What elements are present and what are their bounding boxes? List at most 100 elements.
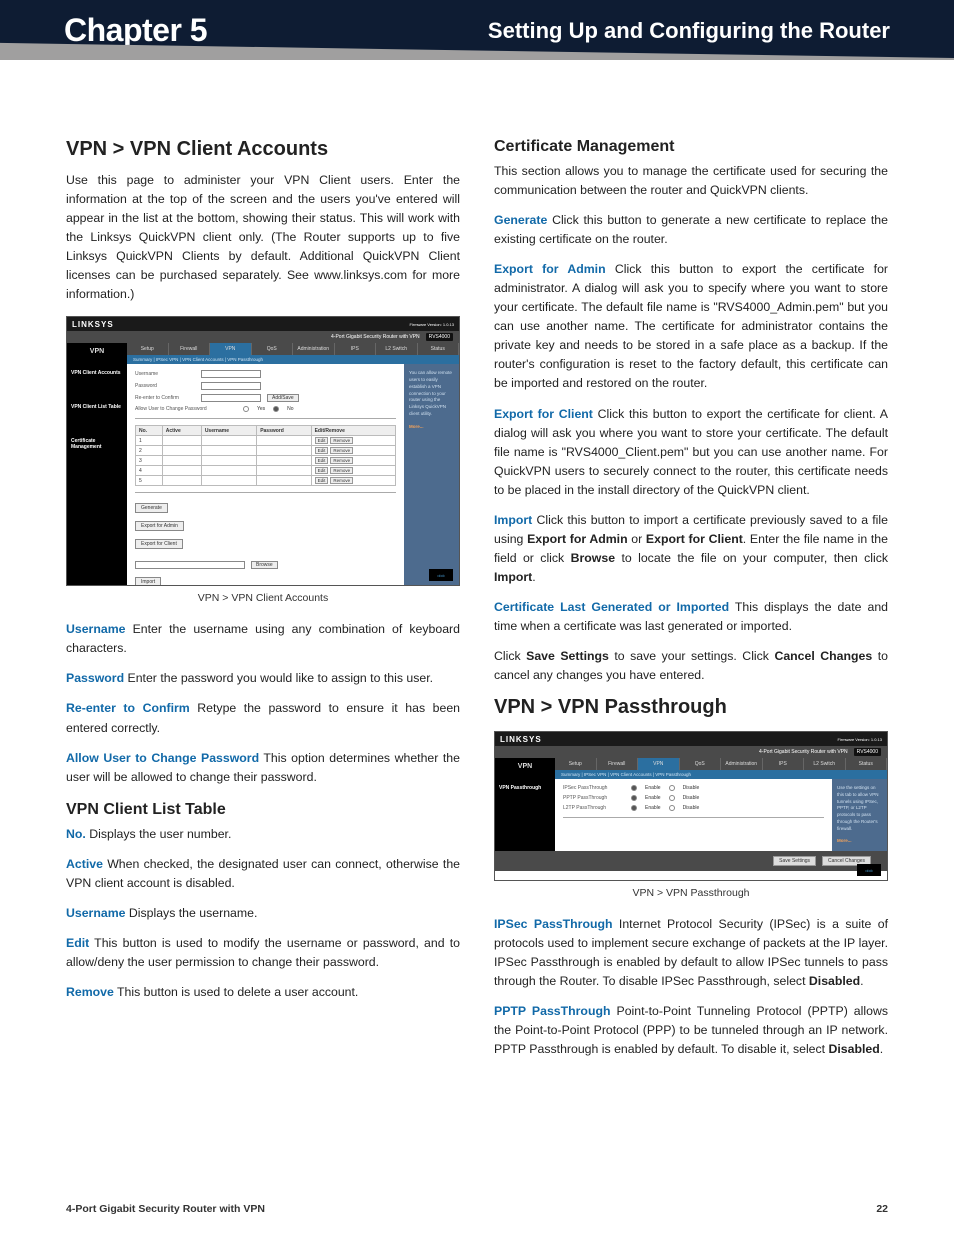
generate-button[interactable]: Generate bbox=[135, 503, 168, 513]
col-password: Password bbox=[257, 426, 311, 436]
def-paragraph: Edit This button is used to modify the u… bbox=[66, 934, 460, 972]
pptp-enable-radio[interactable] bbox=[631, 795, 637, 801]
ipsec-disable-radio[interactable] bbox=[669, 785, 675, 791]
password-input[interactable] bbox=[201, 382, 261, 390]
confirm-input[interactable] bbox=[201, 394, 261, 402]
intro-paragraph: Use this page to administer your VPN Cli… bbox=[66, 171, 460, 304]
tab-admin[interactable]: Administration bbox=[721, 758, 763, 770]
table-row: 1EditRemove bbox=[136, 436, 396, 446]
l2tp-label: L2TP PassThrough bbox=[563, 805, 623, 811]
def-paragraph: No. Displays the user number. bbox=[66, 825, 460, 844]
figure-caption: VPN > VPN Passthrough bbox=[494, 887, 888, 899]
edit-button[interactable]: Edit bbox=[315, 437, 329, 444]
col-active: Active bbox=[162, 426, 201, 436]
remove-button[interactable]: Remove bbox=[330, 447, 353, 454]
username-label: Username bbox=[135, 371, 195, 377]
tab-setup[interactable]: Setup bbox=[555, 758, 597, 770]
tab-ips[interactable]: IPS bbox=[335, 343, 377, 355]
panel-section-label: Certificate Management bbox=[71, 438, 123, 450]
def-paragraph: Export for Admin Click this button to ex… bbox=[494, 260, 888, 393]
chapter-label: Chapter 5 bbox=[64, 12, 207, 49]
help-text: Use the settings on this tab to allow VP… bbox=[837, 785, 882, 832]
table-row: 4EditRemove bbox=[136, 466, 396, 476]
save-paragraph: Click Save Settings to save your setting… bbox=[494, 647, 888, 685]
edit-button[interactable]: Edit bbox=[315, 457, 329, 464]
edit-button[interactable]: Edit bbox=[315, 447, 329, 454]
page-number: 22 bbox=[876, 1203, 888, 1215]
tab-l2switch[interactable]: L2 Switch bbox=[376, 343, 418, 355]
def-paragraph: IPSec PassThrough Internet Protocol Secu… bbox=[494, 915, 888, 991]
l2tp-disable-radio[interactable] bbox=[669, 805, 675, 811]
model-badge: RVS4000 bbox=[426, 333, 453, 341]
subsection-heading: VPN Client List Table bbox=[66, 801, 460, 819]
footer-title: 4-Port Gigabit Security Router with VPN bbox=[66, 1203, 265, 1215]
def-paragraph: Generate Click this button to generate a… bbox=[494, 211, 888, 249]
left-column: VPN > VPN Client Accounts Use this page … bbox=[66, 132, 460, 1181]
tab-side-label: VPN bbox=[67, 343, 127, 364]
disable-label: Disable bbox=[683, 785, 700, 791]
disable-label: Disable bbox=[683, 805, 700, 811]
yes-label: Yes bbox=[257, 406, 265, 412]
l2tp-enable-radio[interactable] bbox=[631, 805, 637, 811]
figure-caption: VPN > VPN Client Accounts bbox=[66, 592, 460, 604]
screenshot-vpn-client-accounts: LINKSYS Firmware Version: 1.0.13 4-Port … bbox=[66, 316, 460, 586]
add-save-button[interactable]: Add/Save bbox=[267, 394, 299, 402]
ipsec-label: IPSec PassThrough bbox=[563, 785, 623, 791]
sub-tabs[interactable]: Summary | IPSec VPN | VPN Client Account… bbox=[127, 355, 459, 364]
def-paragraph: PPTP PassThrough Point-to-Point Tunnelin… bbox=[494, 1002, 888, 1059]
pptp-label: PPTP PassThrough bbox=[563, 795, 623, 801]
browse-button[interactable]: Browse bbox=[251, 561, 278, 569]
def-paragraph: Remove This button is used to delete a u… bbox=[66, 983, 460, 1002]
intro-paragraph: This section allows you to manage the ce… bbox=[494, 162, 888, 200]
tab-vpn[interactable]: VPN bbox=[210, 343, 252, 355]
firmware-label: Firmware Version: 1.0.13 bbox=[410, 322, 454, 327]
tab-setup[interactable]: Setup bbox=[127, 343, 169, 355]
remove-button[interactable]: Remove bbox=[330, 437, 353, 444]
export-client-button[interactable]: Export for Client bbox=[135, 539, 183, 549]
disable-label: Disable bbox=[683, 795, 700, 801]
save-settings-button[interactable]: Save Settings bbox=[773, 856, 816, 866]
linksys-logo: LINKSYS bbox=[500, 735, 542, 744]
tab-status[interactable]: Status bbox=[418, 343, 460, 355]
pptp-disable-radio[interactable] bbox=[669, 795, 675, 801]
import-button[interactable]: Import bbox=[135, 577, 161, 586]
table-row: 2EditRemove bbox=[136, 446, 396, 456]
allow-no-radio[interactable] bbox=[273, 406, 279, 412]
table-row: 3EditRemove bbox=[136, 456, 396, 466]
help-more-link[interactable]: More... bbox=[409, 424, 454, 431]
tab-admin[interactable]: Administration bbox=[293, 343, 335, 355]
tab-qos[interactable]: QoS bbox=[252, 343, 294, 355]
tab-firewall[interactable]: Firewall bbox=[169, 343, 211, 355]
tab-qos[interactable]: QoS bbox=[680, 758, 722, 770]
help-text: You can allow remote users to easily est… bbox=[409, 370, 454, 417]
tab-firewall[interactable]: Firewall bbox=[597, 758, 639, 770]
tab-status[interactable]: Status bbox=[846, 758, 888, 770]
tab-ips[interactable]: IPS bbox=[763, 758, 805, 770]
ipsec-enable-radio[interactable] bbox=[631, 785, 637, 791]
sub-tabs[interactable]: Summary | IPSec VPN | VPN Client Account… bbox=[555, 770, 887, 779]
remove-button[interactable]: Remove bbox=[330, 467, 353, 474]
enable-label: Enable bbox=[645, 795, 661, 801]
tab-l2switch[interactable]: L2 Switch bbox=[804, 758, 846, 770]
enable-label: Enable bbox=[645, 805, 661, 811]
section-heading: VPN > VPN Client Accounts bbox=[66, 138, 460, 161]
help-more-link[interactable]: More... bbox=[837, 838, 882, 845]
export-admin-button[interactable]: Export for Admin bbox=[135, 521, 184, 531]
remove-button[interactable]: Remove bbox=[330, 457, 353, 464]
username-input[interactable] bbox=[201, 370, 261, 378]
def-paragraph: Username Displays the username. bbox=[66, 904, 460, 923]
password-label: Password bbox=[135, 383, 195, 389]
allow-yes-radio[interactable] bbox=[243, 406, 249, 412]
section-heading: VPN > VPN Passthrough bbox=[494, 696, 888, 719]
tab-vpn[interactable]: VPN bbox=[638, 758, 680, 770]
def-paragraph: Password Enter the password you would li… bbox=[66, 669, 460, 688]
edit-button[interactable]: Edit bbox=[315, 477, 329, 484]
cisco-logo: ıılıılı bbox=[429, 569, 453, 581]
remove-button[interactable]: Remove bbox=[330, 477, 353, 484]
client-list-table: No. Active Username Password Edit/Remove… bbox=[135, 425, 396, 486]
def-paragraph: Certificate Last Generated or Imported T… bbox=[494, 598, 888, 636]
cert-file-input[interactable] bbox=[135, 561, 245, 569]
col-editremove: Edit/Remove bbox=[311, 426, 395, 436]
panel-section-label: VPN Client List Table bbox=[71, 404, 123, 410]
edit-button[interactable]: Edit bbox=[315, 467, 329, 474]
